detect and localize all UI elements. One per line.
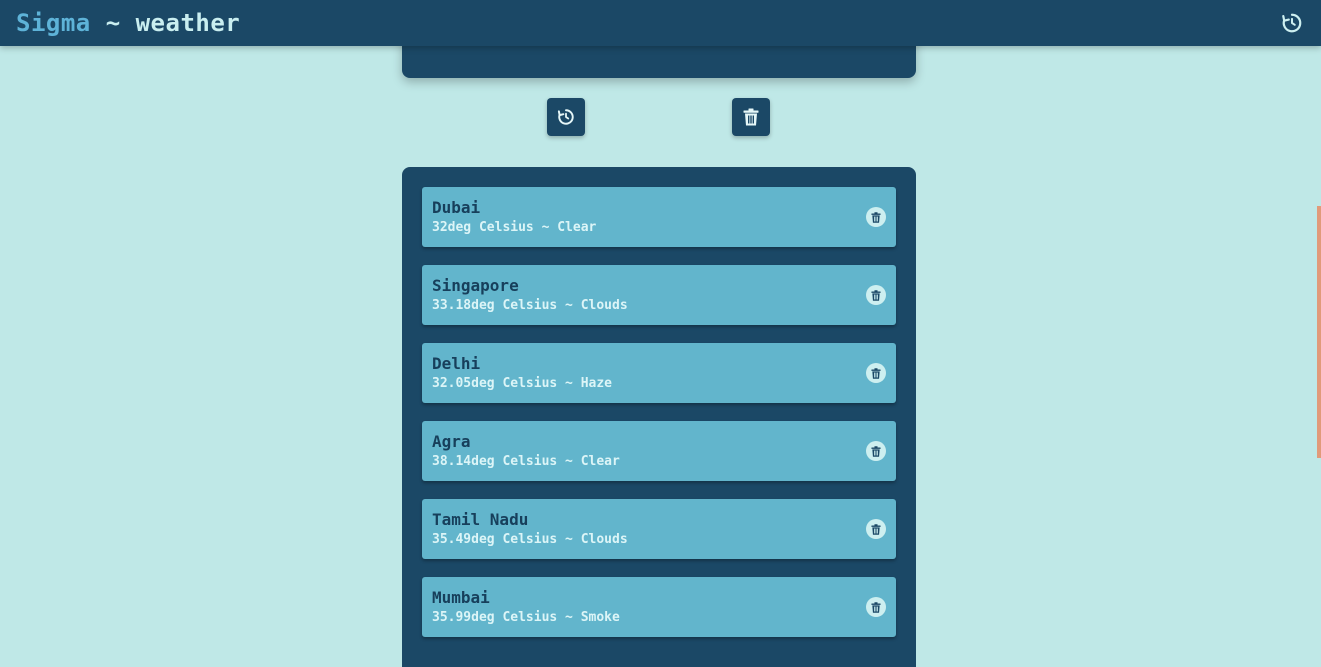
city-card[interactable]: Agra 38.14deg Celsius ~ Clear	[422, 421, 896, 481]
city-weather: 32.05deg Celsius ~ Haze	[432, 376, 613, 391]
city-name: Mumbai	[432, 588, 490, 607]
trash-icon	[871, 367, 881, 379]
city-card[interactable]: Singapore 33.18deg Celsius ~ Clouds	[422, 265, 896, 325]
city-card[interactable]: Tamil Nadu 35.49deg Celsius ~ Clouds	[422, 499, 896, 559]
brand-name: Sigma	[16, 9, 91, 37]
city-card[interactable]: Mumbai 35.99deg Celsius ~ Smoke	[422, 577, 896, 637]
city-weather: 35.99deg Celsius ~ Smoke	[432, 610, 620, 625]
history-icon	[1282, 13, 1302, 33]
trash-icon	[871, 601, 881, 613]
city-card[interactable]: Delhi 32.05deg Celsius ~ Haze	[422, 343, 896, 403]
clear-all-button[interactable]	[732, 98, 770, 136]
city-weather: 38.14deg Celsius ~ Clear	[432, 454, 620, 469]
brand-subtitle: ~ weather	[90, 9, 241, 37]
app-header: Sigma ~ weather	[0, 0, 1321, 46]
scrollbar-thumb[interactable]	[1317, 206, 1321, 458]
header-refresh-button[interactable]	[1281, 12, 1303, 34]
trash-icon	[871, 211, 881, 223]
city-weather: 35.49deg Celsius ~ Clouds	[432, 532, 628, 547]
delete-city-button[interactable]	[866, 441, 886, 461]
city-name: Singapore	[432, 276, 519, 295]
city-weather: 32deg Celsius ~ Clear	[432, 220, 597, 235]
city-weather: 33.18deg Celsius ~ Clouds	[432, 298, 628, 313]
delete-city-button[interactable]	[866, 519, 886, 539]
delete-city-button[interactable]	[866, 285, 886, 305]
trash-icon	[871, 523, 881, 535]
delete-city-button[interactable]	[866, 597, 886, 617]
trash-icon	[871, 289, 881, 301]
city-name: Tamil Nadu	[432, 510, 529, 529]
city-name: Delhi	[432, 354, 481, 373]
city-name: Dubai	[432, 198, 481, 217]
refresh-all-button[interactable]	[547, 98, 585, 136]
city-name: Agra	[432, 432, 471, 451]
city-card[interactable]: Dubai 32deg Celsius ~ Clear	[422, 187, 896, 247]
delete-city-button[interactable]	[866, 207, 886, 227]
delete-city-button[interactable]	[866, 363, 886, 383]
history-icon	[557, 109, 574, 125]
trash-icon	[743, 108, 759, 126]
app-title: Sigma ~ weather	[16, 8, 240, 38]
trash-icon	[871, 445, 881, 457]
city-list-panel: Dubai 32deg Celsius ~ Clear Singapore 33…	[402, 167, 916, 667]
